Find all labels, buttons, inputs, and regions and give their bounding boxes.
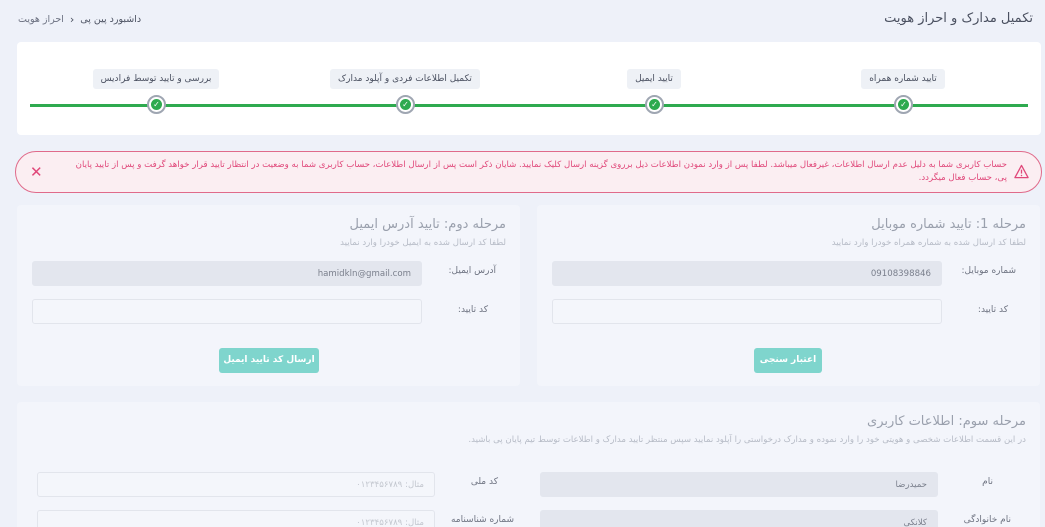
card-title: مرحله دوم: تایید آدرس ایمیل: [349, 217, 506, 232]
close-icon[interactable]: ✕: [30, 163, 43, 181]
check-icon: ✓: [400, 99, 411, 110]
national-id-input[interactable]: مثال: ۰۱۲۳۴۵۶۷۸۹: [37, 472, 435, 497]
step-email: تایید ایمیل ✓: [569, 66, 739, 114]
mobile-verification-card: مرحله 1: تایید شماره موبایل لطفا کد ارسا…: [537, 205, 1040, 386]
email-label: آدرس ایمیل:: [448, 266, 496, 276]
send-email-code-button[interactable]: ارسال کد تایید ایمیل: [219, 348, 319, 373]
step-documents: تکمیل اطلاعات فردی و آپلود مدارک ✓: [320, 66, 490, 114]
chevron-left-icon: ‹: [69, 13, 75, 26]
name-field[interactable]: حمیدرضا: [540, 472, 938, 497]
page-title: تکمیل مدارک و احراز هویت: [884, 11, 1033, 26]
alert-message: حساب کاربری شما به دلیل عدم ارسال اطلاعا…: [75, 160, 1007, 183]
steps-progress-line: [30, 104, 1028, 107]
card-title: مرحله سوم: اطلاعات کاربری: [867, 414, 1026, 429]
step-mobile: تایید شماره همراه ✓: [818, 66, 988, 114]
user-info-card: مرحله سوم: اطلاعات کاربری در این قسمت اط…: [17, 402, 1040, 527]
family-name-field[interactable]: کلانکی: [540, 510, 938, 527]
top-bar: تکمیل مدارک و احراز هویت داشبورد پین پی …: [16, 8, 1039, 30]
card-subtitle: لطفا کد ارسال شده به ایمیل خودرا وارد نم…: [340, 238, 506, 248]
id-number-input[interactable]: مثال: ۰۱۲۳۴۵۶۷۸۹: [37, 510, 435, 527]
breadcrumb-home-link[interactable]: داشبورد پین پی: [80, 14, 141, 25]
validate-button[interactable]: اعتبار سنجی: [754, 348, 822, 373]
card-subtitle: لطفا کد ارسال شده به شماره همراه خودرا و…: [831, 238, 1026, 248]
family-name-label: نام خانوادگی: [963, 515, 1011, 525]
check-icon: ✓: [151, 99, 162, 110]
breadcrumb-current: احراز هویت: [18, 14, 64, 25]
id-number-label: شماره شناسنامه: [450, 515, 514, 525]
step-dot: ✓: [147, 95, 166, 114]
steps-card: تایید شماره همراه ✓ تایید ایمیل ✓ تکمیل …: [17, 42, 1041, 135]
step-dot: ✓: [396, 95, 415, 114]
step-label: بررسی و تایید توسط فرادیس: [92, 69, 220, 89]
email-code-input[interactable]: [32, 299, 422, 324]
warning-icon: [1014, 164, 1029, 179]
inactive-account-alert: حساب کاربری شما به دلیل عدم ارسال اطلاعا…: [15, 151, 1042, 193]
email-verification-card: مرحله دوم: تایید آدرس ایمیل لطفا کد ارسا…: [17, 205, 520, 386]
mobile-field[interactable]: 09108398846: [552, 261, 942, 286]
check-icon: ✓: [649, 99, 660, 110]
card-subtitle: در این قسمت اطلاعات شخصی و هویتی خود را …: [468, 435, 1026, 445]
mobile-code-label: کد تایید:: [977, 305, 1008, 315]
card-title: مرحله 1: تایید شماره موبایل: [871, 217, 1026, 232]
step-label: تکمیل اطلاعات فردی و آپلود مدارک: [330, 69, 480, 89]
email-code-label: کد تایید:: [457, 305, 488, 315]
breadcrumb: داشبورد پین پی ‹ احراز هویت: [18, 13, 141, 26]
national-id-label: کد ملی: [470, 477, 498, 487]
step-label: تایید شماره همراه: [861, 69, 945, 89]
step-label: تایید ایمیل: [627, 69, 681, 89]
step-dot: ✓: [894, 95, 913, 114]
step-dot: ✓: [645, 95, 664, 114]
mobile-code-input[interactable]: [552, 299, 942, 324]
step-review: بررسی و تایید توسط فرادیس ✓: [71, 66, 241, 114]
name-label: نام: [982, 477, 993, 487]
email-field[interactable]: hamidkln@gmail.com: [32, 261, 422, 286]
mobile-label: شماره موبایل:: [961, 266, 1016, 276]
check-icon: ✓: [898, 99, 909, 110]
